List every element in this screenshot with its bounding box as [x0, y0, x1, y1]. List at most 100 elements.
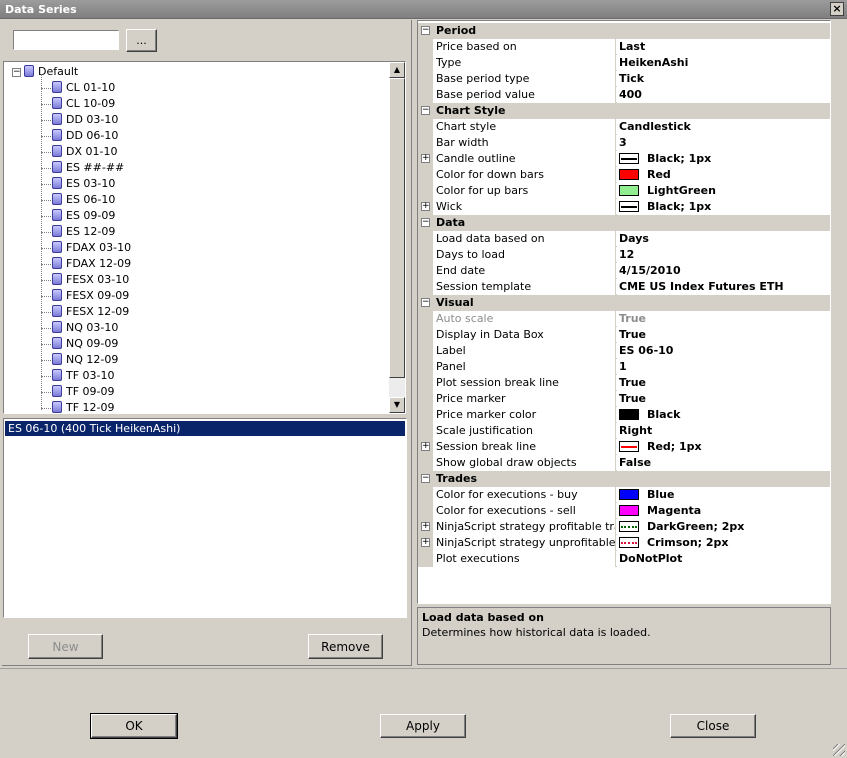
close-button[interactable]: Close — [670, 714, 756, 738]
prop-base-period-type[interactable]: Base period type Tick — [418, 71, 830, 87]
tree-item-label: DX 01-10 — [66, 145, 118, 158]
tree-item[interactable]: FDAX 12-09 — [52, 256, 131, 272]
collapse-icon[interactable]: − — [421, 218, 430, 227]
collapse-icon[interactable]: − — [12, 68, 21, 77]
expand-icon[interactable]: + — [421, 202, 430, 211]
collapse-icon[interactable]: − — [421, 474, 430, 483]
collapse-icon[interactable]: − — [421, 26, 430, 35]
collapse-icon[interactable]: − — [421, 106, 430, 115]
list-item-selected-series[interactable]: ES 06-10 (400 Tick HeikenAshi) — [5, 421, 405, 436]
category-visual[interactable]: − Visual — [418, 295, 830, 311]
category-period[interactable]: − Period — [418, 23, 830, 39]
tree-item[interactable]: TF 09-09 — [52, 384, 115, 400]
tree-item[interactable]: ES ##-## — [52, 160, 124, 176]
prop-type[interactable]: Type HeikenAshi — [418, 55, 830, 71]
close-window-button[interactable]: × — [830, 2, 844, 16]
tree-item[interactable]: ES 03-10 — [52, 176, 115, 192]
remove-button[interactable]: Remove — [308, 634, 383, 659]
instrument-icon — [52, 209, 62, 221]
tree-item-label: NQ 09-09 — [66, 337, 119, 350]
tree-item[interactable]: FDAX 03-10 — [52, 240, 131, 256]
prop-candle-outline[interactable]: + Candle outline Black; 1px — [418, 151, 830, 167]
instrument-icon — [52, 129, 62, 141]
expand-icon[interactable]: + — [421, 442, 430, 451]
prop-session-template[interactable]: Session template CME US Index Futures ETH — [418, 279, 830, 295]
tree-item[interactable]: ES 12-09 — [52, 224, 115, 240]
tree-connector — [41, 88, 51, 89]
tree-item[interactable]: FESX 03-10 — [52, 272, 129, 288]
expand-icon[interactable]: + — [421, 522, 430, 531]
tree-connector — [41, 216, 51, 217]
prop-color-down-bars[interactable]: Color for down bars Red — [418, 167, 830, 183]
ok-button[interactable]: OK — [90, 713, 178, 739]
category-chart-style[interactable]: − Chart Style — [418, 103, 830, 119]
tree-item[interactable]: ES 09-09 — [52, 208, 115, 224]
expand-icon[interactable]: + — [421, 154, 430, 163]
prop-show-global-draw-objects[interactable]: Show global draw objects False — [418, 455, 830, 471]
prop-color-executions-buy[interactable]: Color for executions - buy Blue — [418, 487, 830, 503]
scroll-up-icon[interactable]: ▲ — [389, 62, 405, 78]
apply-button[interactable]: Apply — [380, 714, 466, 738]
prop-profitable-trade[interactable]: + NinjaScript strategy profitable trade Da… — [418, 519, 830, 535]
title-bar[interactable]: Data Series × — [0, 0, 847, 19]
instrument-tree[interactable]: − Default CL 01-10 CL 10-09 DD 03-10 DD 06-1… — [3, 61, 406, 414]
tree-item[interactable]: ES 06-10 — [52, 192, 115, 208]
tree-scrollbar[interactable]: ▲ ▼ — [389, 62, 405, 413]
resize-grip-icon[interactable] — [833, 744, 845, 756]
prop-wick[interactable]: + Wick Black; 1px — [418, 199, 830, 215]
prop-session-break-line[interactable]: + Session break line Red; 1px — [418, 439, 830, 455]
tree-item[interactable]: NQ 09-09 — [52, 336, 118, 352]
property-grid[interactable]: − Period Price based on Last Type HeikenAs… — [417, 20, 831, 604]
browse-button[interactable]: ... — [126, 29, 157, 52]
prop-price-based-on[interactable]: Price based on Last — [418, 39, 830, 55]
prop-color-up-bars[interactable]: Color for up bars LightGreen — [418, 183, 830, 199]
prop-color-executions-sell[interactable]: Color for executions - sell Magenta — [418, 503, 830, 519]
prop-display-in-data-box[interactable]: Display in Data Box True — [418, 327, 830, 343]
prop-scale-justification[interactable]: Scale justification Right — [418, 423, 830, 439]
tree-item[interactable]: FESX 12-09 — [52, 304, 129, 320]
tree-connector — [41, 136, 51, 137]
instrument-icon — [52, 337, 62, 349]
prop-panel[interactable]: Panel 1 — [418, 359, 830, 375]
category-data[interactable]: − Data — [418, 215, 830, 231]
prop-plot-session-break-line[interactable]: Plot session break line True — [418, 375, 830, 391]
prop-auto-scale[interactable]: Auto scale True — [418, 311, 830, 327]
data-series-list[interactable]: ES 06-10 (400 Tick HeikenAshi) — [3, 418, 407, 618]
line-swatch-icon — [619, 153, 639, 164]
tree-item[interactable]: DD 06-10 — [52, 128, 118, 144]
prop-price-marker[interactable]: Price marker True — [418, 391, 830, 407]
prop-chart-style[interactable]: Chart style Candlestick — [418, 119, 830, 135]
tree-item[interactable]: CL 10-09 — [52, 96, 115, 112]
prop-label[interactable]: Label ES 06-10 — [418, 343, 830, 359]
prop-price-marker-color[interactable]: Price marker color Black — [418, 407, 830, 423]
prop-days-to-load[interactable]: Days to load 12 — [418, 247, 830, 263]
prop-unprofitable-trade[interactable]: +NinjaScript strategy unprofitable tracC… — [418, 535, 830, 551]
prop-end-date[interactable]: End date 4/15/2010 — [418, 263, 830, 279]
tree-item[interactable]: DX 01-10 — [52, 144, 117, 160]
category-trades[interactable]: − Trades — [418, 471, 830, 487]
instrument-icon — [52, 385, 62, 397]
tree-item[interactable]: NQ 03-10 — [52, 320, 118, 336]
tree-item[interactable]: TF 03-10 — [52, 368, 115, 384]
tree-root-default[interactable]: − Default — [12, 64, 78, 80]
tree-item[interactable]: FESX 09-09 — [52, 288, 129, 304]
new-button[interactable]: New — [28, 634, 103, 659]
tree-item[interactable]: TF 12-09 — [52, 400, 115, 413]
prop-load-data-based-on[interactable]: Load data based on Days — [418, 231, 830, 247]
tree-connector — [41, 104, 51, 105]
prop-bar-width[interactable]: Bar width 3 — [418, 135, 830, 151]
collapse-icon[interactable]: − — [421, 298, 430, 307]
tree-item[interactable]: DD 03-10 — [52, 112, 118, 128]
divider — [0, 668, 847, 669]
color-swatch-icon — [619, 409, 639, 420]
prop-base-period-value[interactable]: Base period value 400 — [418, 87, 830, 103]
tree-item[interactable]: NQ 12-09 — [52, 352, 118, 368]
scroll-down-icon[interactable]: ▼ — [389, 397, 405, 413]
search-input[interactable] — [13, 30, 119, 50]
tree-connector — [41, 152, 51, 153]
scroll-thumb[interactable] — [389, 78, 405, 378]
tree-item-label: ES 06-10 — [66, 193, 116, 206]
expand-icon[interactable]: + — [421, 538, 430, 547]
prop-plot-executions[interactable]: Plot executions DoNotPlot — [418, 551, 830, 567]
tree-item[interactable]: CL 01-10 — [52, 80, 115, 96]
